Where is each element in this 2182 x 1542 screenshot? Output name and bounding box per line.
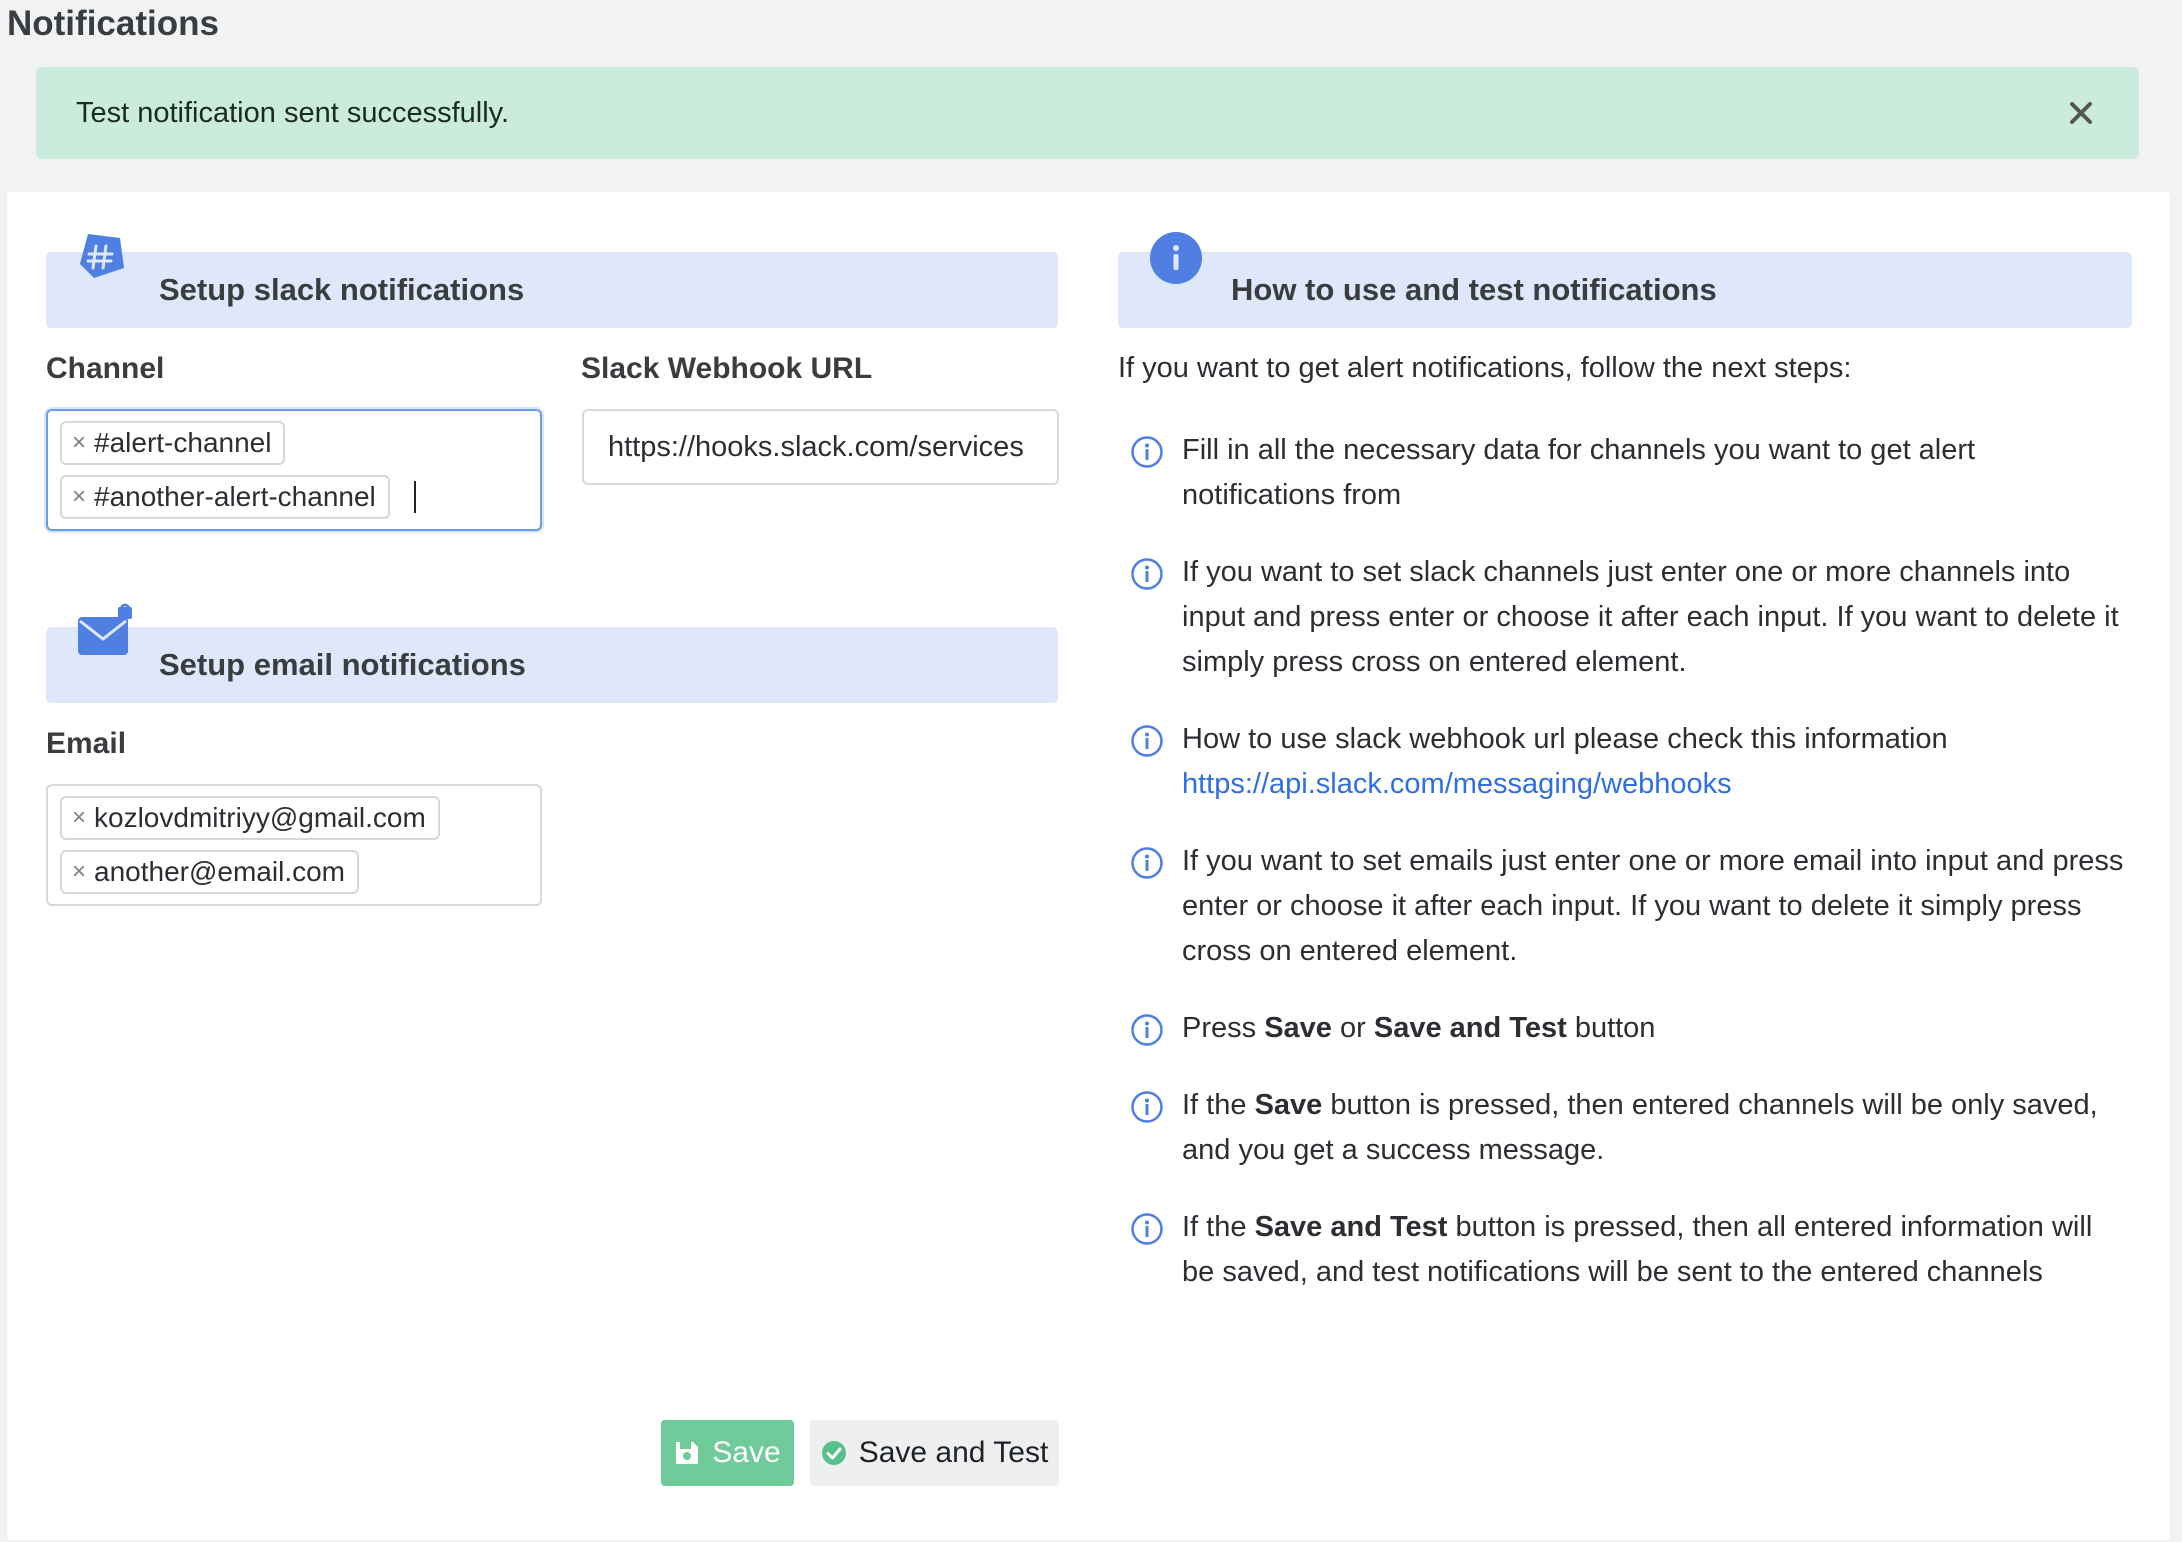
slack-hash-icon (74, 228, 130, 284)
email-tag-label: kozlovdmitriyy@gmail.com (94, 802, 426, 833)
help-step-bold: Save (1264, 1012, 1332, 1044)
help-step-text: If you want to set emails just enter one… (1182, 845, 2124, 967)
email-section-header: Setup email notifications (46, 603, 1058, 703)
floppy-icon (676, 1442, 699, 1464)
save-and-test-label: Save and Test (858, 1436, 1049, 1469)
help-step-text: How to use slack webhook url please chec… (1182, 723, 1948, 755)
webhook-url-value: https://hooks.slack.com/services (608, 430, 1024, 463)
info-circle-icon (1131, 1213, 1163, 1245)
email-tag: × kozlovdmitriyy@gmail.com (60, 796, 440, 840)
help-step-text: Fill in all the necessary data for chann… (1182, 434, 1976, 511)
help-step-bold: Save and Test (1373, 1012, 1567, 1044)
help-step-text: Press (1182, 1012, 1257, 1044)
info-icon (1148, 230, 1204, 286)
channel-tag: × #another-alert-channel (60, 475, 390, 519)
info-circle-icon (1131, 1014, 1163, 1046)
help-step: Fill in all the necessary data for chann… (1130, 428, 2130, 518)
slack-section-title: Setup slack notifications (159, 272, 525, 307)
save-button-label: Save (712, 1436, 781, 1469)
help-step: Press Save or Save and Test button (1130, 1006, 2130, 1051)
info-circle-icon (1131, 847, 1163, 879)
help-step: How to use slack webhook url please chec… (1130, 717, 2130, 807)
webhook-url-input[interactable]: https://hooks.slack.com/services (582, 409, 1059, 485)
email-label: Email (46, 727, 127, 760)
channel-tag-label: #alert-channel (94, 427, 272, 458)
info-circle-icon (1131, 1091, 1163, 1123)
channel-tag-label: #another-alert-channel (94, 481, 376, 512)
help-step-text: or (1340, 1012, 1366, 1044)
save-button[interactable]: Save (661, 1420, 794, 1486)
help-steps: Fill in all the necessary data for chann… (1130, 428, 2130, 1295)
help-step-text: If you want to set slack channels just e… (1182, 556, 2119, 678)
help-step-bold: Save (1254, 1089, 1323, 1121)
success-alert: Test notification sent successfully. (36, 67, 2139, 159)
page-title: Notifications (7, 4, 219, 43)
webhook-label: Slack Webhook URL (581, 352, 873, 385)
email-tag-label: another@email.com (94, 856, 345, 887)
help-step: If you want to set slack channels just e… (1130, 550, 2130, 685)
help-section-title: How to use and test notifications (1231, 272, 1717, 307)
envelope-icon (74, 603, 132, 659)
help-step: If the Save and Test button is pressed, … (1130, 1205, 2130, 1295)
close-icon[interactable] (2063, 95, 2099, 131)
email-input[interactable]: × kozlovdmitriyy@gmail.com × another@ema… (46, 784, 542, 906)
channel-tag: × #alert-channel (60, 421, 286, 465)
info-circle-icon (1131, 436, 1163, 468)
remove-tag-icon[interactable]: × (72, 483, 86, 511)
email-section-title: Setup email notifications (159, 647, 526, 682)
check-circle-icon (821, 1441, 846, 1465)
channel-input[interactable]: × #alert-channel × #another-alert-channe… (46, 409, 542, 531)
webhooks-doc-link[interactable]: https://api.slack.com/messaging/webhooks (1182, 768, 1732, 800)
help-step-text: If the (1182, 1089, 1247, 1121)
save-and-test-button[interactable]: Save and Test (810, 1420, 1059, 1486)
help-section-header: How to use and test notifications (1118, 232, 2132, 328)
text-caret (413, 481, 416, 513)
notifications-panel: Setup slack notifications Channel × #ale… (7, 192, 2170, 1540)
help-step-text: button (1574, 1012, 1656, 1044)
info-circle-icon (1131, 558, 1163, 590)
help-step: If the Save button is pressed, then ente… (1130, 1083, 2130, 1173)
info-circle-icon (1131, 725, 1163, 757)
help-step-bold: Save and Test (1254, 1211, 1448, 1243)
alert-message: Test notification sent successfully. (76, 96, 510, 129)
channel-label: Channel (46, 352, 165, 385)
remove-tag-icon[interactable]: × (72, 429, 86, 457)
help-step-text: If the (1182, 1211, 1247, 1243)
remove-tag-icon[interactable]: × (72, 858, 86, 886)
slack-section-header: Setup slack notifications (46, 234, 1058, 328)
help-intro: If you want to get alert notifications, … (1118, 352, 1852, 384)
remove-tag-icon[interactable]: × (72, 804, 86, 832)
help-step: If you want to set emails just enter one… (1130, 839, 2130, 974)
email-tag: × another@email.com (60, 850, 359, 894)
